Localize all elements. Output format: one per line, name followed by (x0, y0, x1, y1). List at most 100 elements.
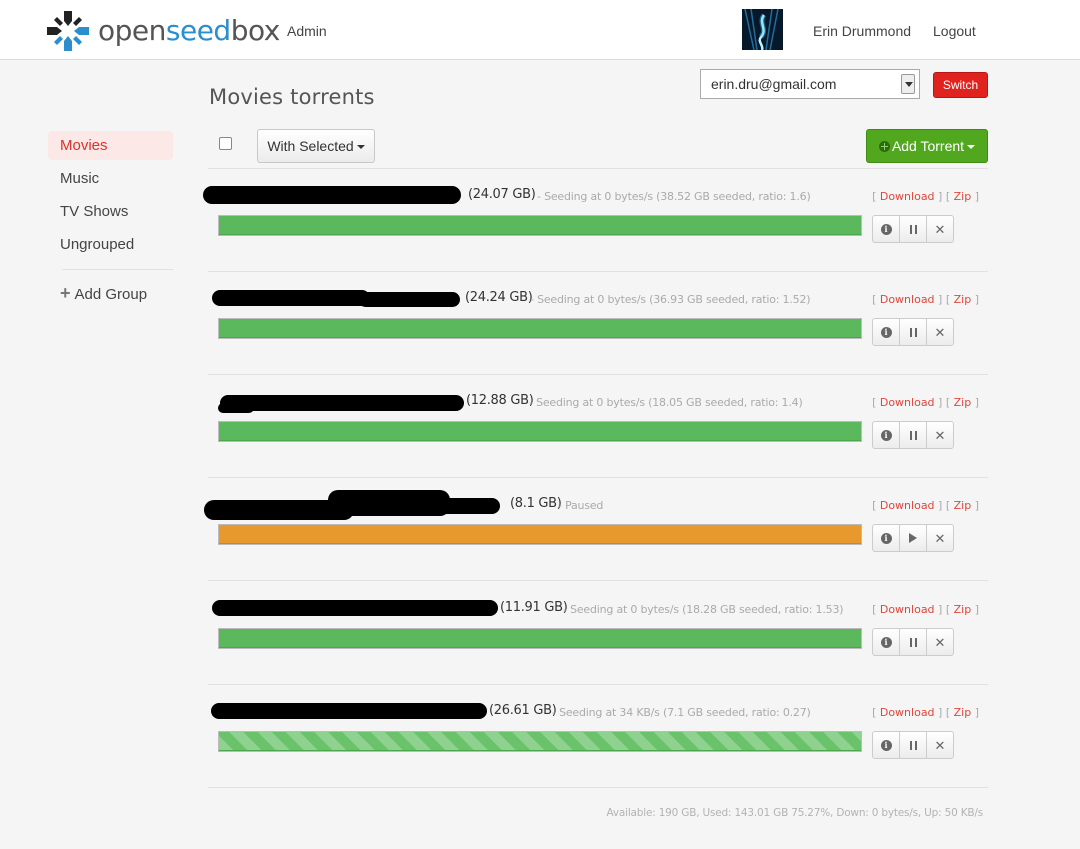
add-torrent-button[interactable]: Add Torrent (866, 129, 988, 163)
storage-stats: Available: 190 GB, Used: 143.01 GB 75.27… (606, 807, 984, 819)
sidebar: Movies Music TV Shows Ungrouped + Add Gro… (48, 131, 173, 308)
sidebar-item-movies[interactable]: Movies (48, 131, 173, 160)
torrent-status: - Seeding at 0 bytes/s (18.28 GB seeded,… (563, 603, 844, 616)
brand-part-seed: seed (165, 14, 231, 47)
pause-button[interactable] (900, 732, 927, 758)
progress-fill (219, 319, 861, 338)
zip-link[interactable]: Zip (954, 603, 972, 616)
close-icon: ✕ (934, 737, 946, 753)
remove-button[interactable]: ✕ (927, 319, 953, 345)
info-button[interactable]: i (873, 629, 900, 655)
pause-button[interactable] (900, 422, 927, 448)
brand-part-box: box (230, 14, 281, 47)
torrent-status: - Seeding at 0 bytes/s (18.05 GB seeded,… (529, 396, 803, 409)
close-icon: ✕ (934, 427, 946, 443)
torrent-size: (26.61 GB) (489, 703, 557, 718)
zip-link[interactable]: Zip (954, 293, 972, 306)
pause-button[interactable] (900, 216, 927, 242)
pause-icon (909, 637, 917, 647)
sidebar-item-tv-shows[interactable]: TV Shows (48, 197, 173, 226)
torrent-row: (24.24 GB) - Seeding at 0 bytes/s (36.93… (208, 272, 988, 375)
progress-bar (218, 215, 862, 236)
pause-icon (909, 430, 917, 440)
progress-bar (218, 524, 862, 545)
account-select[interactable]: erin.dru@gmail.com (700, 69, 920, 99)
brand-name[interactable]: openseedbox (98, 14, 280, 47)
info-icon: i (880, 326, 892, 338)
avatar[interactable] (742, 9, 783, 50)
sidebar-item-music[interactable]: Music (48, 164, 173, 193)
torrent-actions: i ✕ (872, 731, 954, 759)
add-group-button[interactable]: + Add Group (48, 279, 173, 308)
info-button[interactable]: i (873, 319, 900, 345)
add-group-label: Add Group (74, 286, 148, 303)
with-selected-label: With Selected (267, 138, 354, 154)
download-link[interactable]: Download (880, 499, 935, 512)
close-icon: ✕ (934, 221, 946, 237)
info-button[interactable]: i (873, 216, 900, 242)
info-button[interactable]: i (873, 525, 900, 551)
torrent-size: (24.07 GB) (468, 187, 536, 202)
zip-link[interactable]: Zip (954, 499, 972, 512)
torrent-size: (11.91 GB) (500, 600, 568, 615)
info-icon: i (880, 739, 892, 751)
pause-icon (909, 740, 917, 750)
chevron-down-icon (967, 145, 976, 150)
remove-button[interactable]: ✕ (927, 422, 953, 448)
torrent-row: (26.61 GB) - Seeding at 34 KB/s (7.1 GB … (208, 685, 988, 788)
play-button[interactable] (900, 525, 927, 551)
info-icon: i (880, 429, 892, 441)
progress-fill (219, 525, 861, 544)
torrent-actions: i ✕ (872, 318, 954, 346)
progress-bar (218, 318, 862, 339)
switch-button[interactable]: Switch (933, 72, 988, 98)
brand-part-open: open (98, 14, 166, 47)
download-link[interactable]: Download (880, 396, 935, 409)
pause-button[interactable] (900, 319, 927, 345)
torrent-row: (11.91 GB) - Seeding at 0 bytes/s (18.28… (208, 582, 988, 685)
torrent-size: (24.24 GB) (465, 290, 533, 305)
info-button[interactable]: i (873, 422, 900, 448)
remove-button[interactable]: ✕ (927, 732, 953, 758)
top-navbar: openseedbox Admin Erin Drummond Logout (0, 0, 1080, 60)
torrent-links: [ Download ] [ Zip ] (872, 603, 979, 616)
info-button[interactable]: i (873, 732, 900, 758)
remove-button[interactable]: ✕ (927, 629, 953, 655)
logout-link[interactable]: Logout (933, 23, 976, 39)
torrent-actions: i ✕ (872, 421, 954, 449)
user-name[interactable]: Erin Drummond (813, 23, 911, 39)
torrent-links: [ Download ] [ Zip ] (872, 190, 979, 203)
remove-button[interactable]: ✕ (927, 216, 953, 242)
zip-link[interactable]: Zip (954, 396, 972, 409)
torrent-size: (8.1 GB) (510, 496, 562, 511)
chevron-down-icon (356, 145, 365, 150)
sidebar-item-ungrouped[interactable]: Ungrouped (48, 230, 173, 259)
zip-link[interactable]: Zip (954, 190, 972, 203)
download-link[interactable]: Download (880, 293, 935, 306)
pause-icon (909, 327, 917, 337)
torrent-actions: i ✕ (872, 524, 954, 552)
sidebar-divider (62, 269, 173, 270)
page-title: Movies torrents (209, 85, 375, 109)
torrent-links: [ Download ] [ Zip ] (872, 396, 979, 409)
info-icon: i (880, 636, 892, 648)
torrent-actions: i ✕ (872, 215, 954, 243)
progress-bar (218, 731, 862, 752)
remove-button[interactable]: ✕ (927, 525, 953, 551)
select-all-checkbox[interactable] (219, 137, 232, 150)
download-link[interactable]: Download (880, 706, 935, 719)
progress-fill (219, 629, 861, 648)
torrent-status: - Seeding at 0 bytes/s (36.93 GB seeded,… (530, 293, 811, 306)
pause-button[interactable] (900, 629, 927, 655)
add-circle-icon (878, 141, 890, 152)
torrent-status: - Seeding at 0 bytes/s (38.52 GB seeded,… (537, 190, 811, 203)
openseedbox-logo-icon[interactable] (47, 11, 89, 51)
avatar-image (742, 9, 783, 50)
info-icon: i (880, 223, 892, 235)
download-link[interactable]: Download (880, 190, 935, 203)
download-link[interactable]: Download (880, 603, 935, 616)
admin-link[interactable]: Admin (287, 23, 327, 39)
zip-link[interactable]: Zip (954, 706, 972, 719)
select-arrow-icon (901, 74, 915, 94)
with-selected-dropdown[interactable]: With Selected (257, 129, 375, 163)
